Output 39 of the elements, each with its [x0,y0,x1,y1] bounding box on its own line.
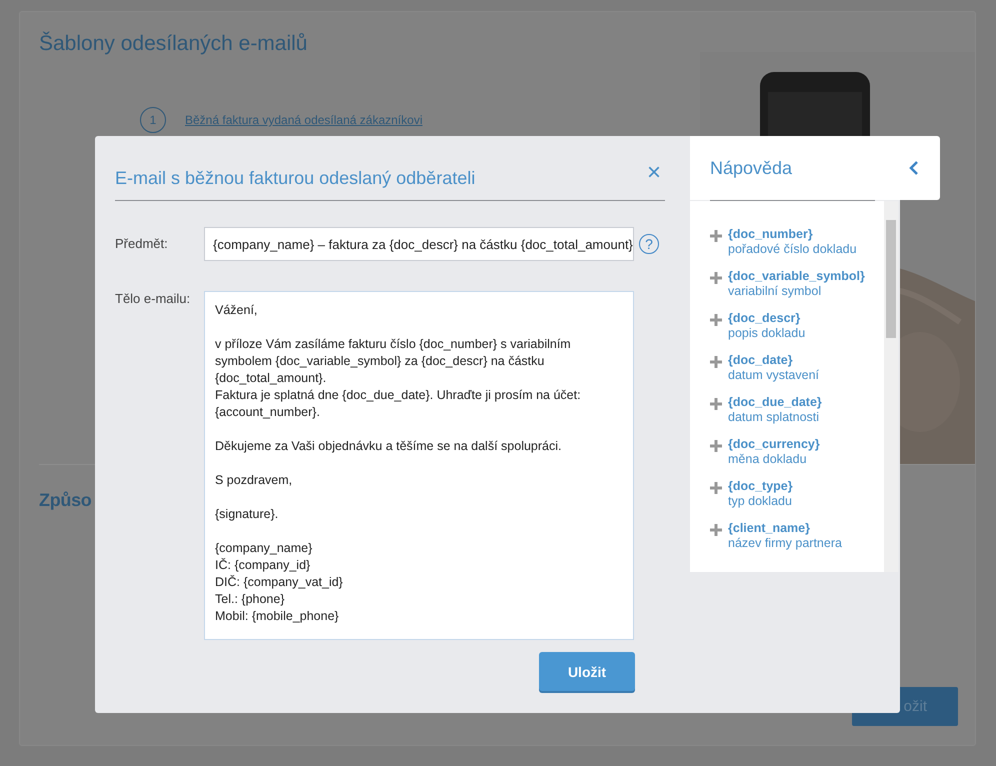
variable-description: datum vystavení [728,368,820,382]
variable-description: variabilní symbol [728,284,822,298]
scrollbar[interactable] [884,201,898,572]
collapse-icon[interactable] [908,160,920,176]
body-field[interactable]: Vážení, v příloze Vám zasíláme fakturu číslo {doc_number} s variabilním symbolem {doc_variable_symbol} za {doc_descr} na částku {doc_total_amount}. Faktura je splatná dne {doc_due_date}. Uhraďte ji prosím na účet: {account_number}. Děkujeme za Vaši objednávku a těšíme se na další spolupráci. S pozdravem, {signature}. {company_name} IČ: {company_id} DIČ: {company_vat_id} Tel.: {phone} Mobil: {mobile_phone} [204,291,634,640]
body-label: Tělo e-mailu: [115,291,192,306]
subject-field[interactable]: {company_name} – faktura za {doc_descr} na částku {doc_total_amount} [204,227,634,261]
variable-name[interactable]: {doc_variable_symbol} [728,269,865,283]
plus-icon[interactable] [710,230,722,242]
plus-icon[interactable] [710,314,722,326]
variable-name[interactable]: {doc_number} [728,227,857,241]
plus-icon[interactable] [710,398,722,410]
plus-icon[interactable] [710,356,722,368]
plus-icon[interactable] [710,272,722,284]
help-title: Nápověda [710,158,792,178]
variable-description: název firmy partnera [728,536,842,550]
template-link[interactable]: Běžná faktura vydaná odesílaná zákazníkovi [185,113,422,127]
variable-description: pořadové číslo dokladu [728,242,857,256]
section-title: Způso [39,490,92,511]
variable-description: měna dokladu [728,452,808,466]
variable-name[interactable]: {doc_type} [728,479,793,493]
variable-description: typ dokladu [728,494,793,508]
plus-icon[interactable] [710,440,722,452]
variable-name[interactable]: {doc_due_date} [728,395,822,409]
variable-description: popis dokladu [728,326,806,340]
step-number: 1 [140,107,166,133]
page-title: Šablony odesílaných e-mailů [39,32,308,56]
subject-label: Předmět: [115,235,169,251]
dialog-title: E-mail s běžnou fakturou odeslaný odběrateli [115,168,476,188]
variable-name[interactable]: {doc_date} [728,353,820,367]
help-button[interactable]: ? [639,234,659,254]
save-button[interactable]: Uložit [539,652,635,691]
variable-name[interactable]: {doc_currency} [728,437,820,451]
variable-name[interactable]: {doc_descr} [728,311,806,325]
variable-name[interactable]: {client_name} [728,521,842,535]
plus-icon[interactable] [710,482,722,494]
variable-description: datum splatnosti [728,410,820,424]
close-button[interactable]: × [642,161,665,185]
plus-icon[interactable] [710,524,722,536]
